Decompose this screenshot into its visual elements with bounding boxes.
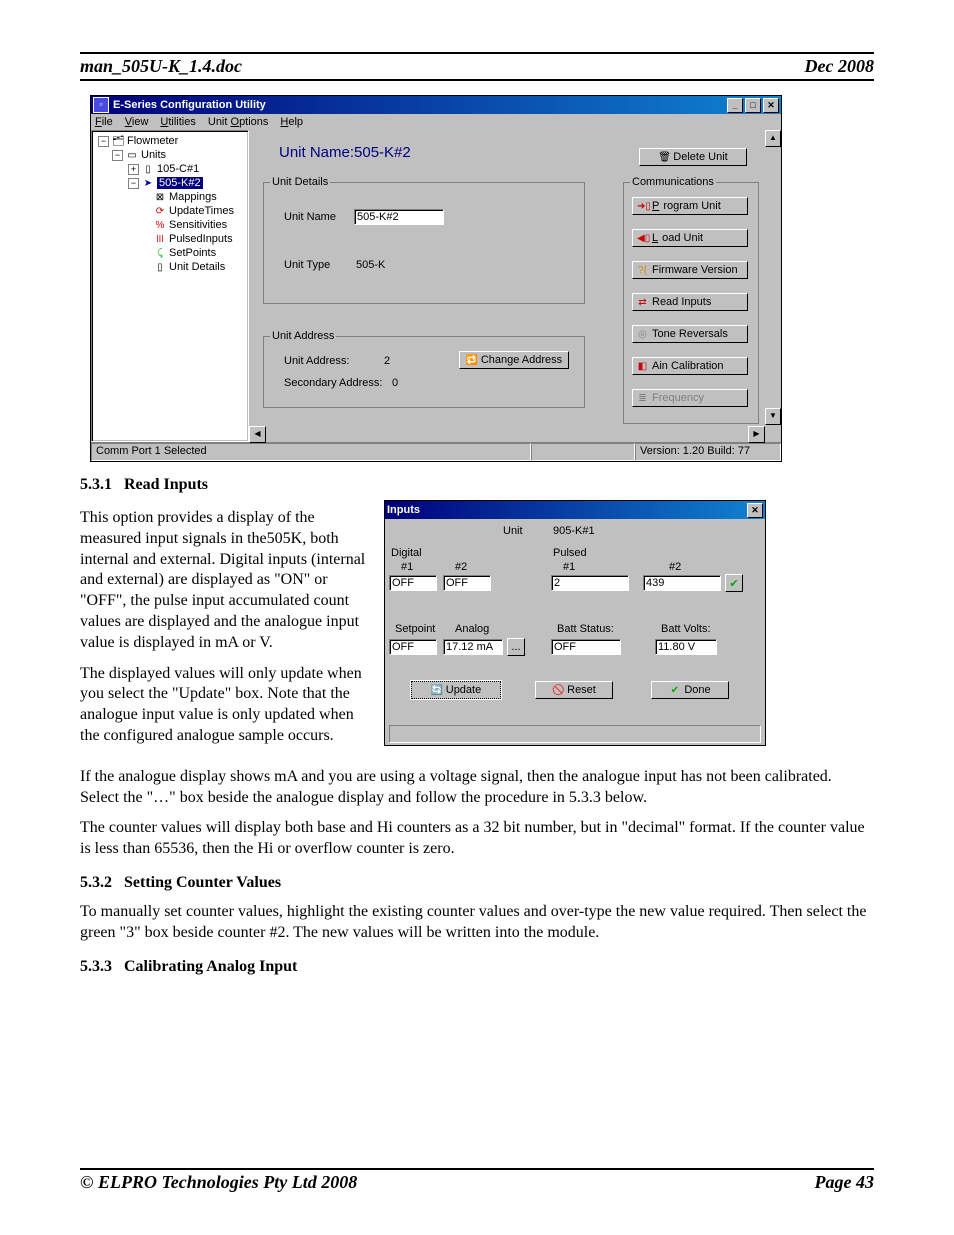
tree-unit-105c[interactable]: 105-C#1	[157, 163, 199, 175]
menu-view[interactable]: View	[125, 116, 149, 128]
unit-name-heading: Unit Name:505-K#2	[279, 144, 411, 161]
digital2-label: #2	[455, 561, 467, 573]
counter-commit-button[interactable]: ✔	[725, 574, 743, 592]
pulsed2-label: #2	[669, 561, 681, 573]
unit-name-input[interactable]	[354, 209, 444, 225]
inputs-unit-label: Unit	[503, 525, 523, 537]
scroll-right-icon[interactable]: ▶	[748, 426, 765, 443]
firmware-version-button[interactable]: ?{Firmware Version	[632, 261, 748, 279]
sect-533-num: 5.3.3	[80, 958, 112, 975]
tree-unit-505k[interactable]: 505-K#2	[157, 177, 203, 189]
menu-unit-options[interactable]: Unit Options	[208, 116, 269, 128]
setpoint-value[interactable]	[389, 639, 437, 655]
read-inputs-button[interactable]: ⇄Read Inputs	[632, 293, 748, 311]
status-version: Version: 1.20 Build: 77	[635, 443, 781, 461]
vertical-scrollbar[interactable]: ▲ ▼	[765, 130, 781, 442]
sect-532-num: 5.3.2	[80, 874, 112, 891]
sect-531-title: Read Inputs	[124, 476, 208, 493]
tree-mappings[interactable]: Mappings	[169, 191, 217, 203]
batt-status-label: Batt Status:	[557, 623, 614, 635]
status-comm-port: Comm Port 1 Selected	[91, 443, 531, 461]
window-title: E-Series Configuration Utility	[113, 99, 725, 111]
config-utility-window: ▫ E-Series Configuration Utility _ □ ✕ F…	[90, 95, 782, 462]
unit-address-legend: Unit Address	[270, 330, 336, 342]
tree-root[interactable]: Flowmeter	[127, 135, 178, 147]
pulsed2-value[interactable]	[643, 575, 721, 591]
inputs-title: Inputs	[387, 504, 745, 516]
delete-unit-button[interactable]: 🗑Delete Unit	[639, 148, 747, 166]
minimize-button[interactable]: _	[727, 98, 743, 113]
tree-sensitivities[interactable]: Sensitivities	[169, 219, 227, 231]
secondary-address-value: 0	[392, 377, 398, 389]
program-unit-button[interactable]: ➜▯Program Unit	[632, 197, 748, 215]
communications-legend: Communications	[630, 176, 716, 188]
pulsed1-value[interactable]	[551, 575, 629, 591]
menu-bar: File View Utilities Unit Options Help	[91, 114, 781, 130]
scroll-left-icon[interactable]: ◀	[249, 426, 266, 443]
close-button[interactable]: ✕	[763, 98, 779, 113]
ain-calibration-button[interactable]: ◧Ain Calibration	[632, 357, 748, 375]
maximize-button[interactable]: □	[745, 98, 761, 113]
tree-setpoints[interactable]: SetPoints	[169, 247, 216, 259]
inputs-close-button[interactable]: ✕	[747, 503, 763, 518]
unit-address-label: Unit Address:	[284, 355, 349, 367]
batt-volts-label: Batt Volts:	[661, 623, 711, 635]
batt-status-value[interactable]	[551, 639, 621, 655]
para-531-2: The displayed values will only update wh…	[80, 664, 370, 747]
para-531-3: If the analogue display shows mA and you…	[80, 767, 874, 809]
digital-label: Digital	[391, 547, 422, 559]
unit-type-label: Unit Type	[284, 259, 330, 271]
digital2-value[interactable]	[443, 575, 491, 591]
doc-date: Dec 2008	[805, 56, 874, 77]
done-button[interactable]: ✔Done	[651, 681, 729, 699]
analog-calibrate-button[interactable]: ...	[507, 638, 525, 656]
tree-pulsed-inputs[interactable]: PulsedInputs	[169, 233, 233, 245]
pulsed-label: Pulsed	[553, 547, 587, 559]
setpoint-label: Setpoint	[395, 623, 435, 635]
unit-address-value: 2	[384, 355, 390, 367]
para-531-1: This option provides a display of the me…	[80, 508, 370, 654]
doc-filename: man_505U-K_1.4.doc	[80, 56, 242, 77]
analog-value[interactable]	[443, 639, 503, 655]
load-unit-button[interactable]: ◀▯Load Unit	[632, 229, 748, 247]
secondary-address-label: Secondary Address:	[284, 377, 382, 389]
tone-reversals-button[interactable]: ◎Tone Reversals	[632, 325, 748, 343]
inputs-unit-value: 905-K#1	[553, 525, 595, 537]
change-address-button[interactable]: 🔁Change Address	[459, 351, 569, 369]
frequency-button: ≣Frequency	[632, 389, 748, 407]
scroll-up-icon[interactable]: ▲	[765, 130, 781, 147]
app-icon: ▫	[93, 97, 109, 113]
batt-volts-value[interactable]	[655, 639, 717, 655]
menu-help[interactable]: Help	[280, 116, 303, 128]
update-button[interactable]: 🔄Update	[411, 681, 501, 699]
horizontal-scrollbar[interactable]: ◀ ▶	[249, 426, 765, 442]
tree-view[interactable]: −🗂Flowmeter −▭Units +▯105-C#1 −➤505-K#2 …	[91, 130, 249, 442]
digital1-label: #1	[401, 561, 413, 573]
tree-update-times[interactable]: UpdateTimes	[169, 205, 234, 217]
tree-units[interactable]: Units	[141, 149, 166, 161]
scroll-down-icon[interactable]: ▼	[765, 408, 781, 425]
menu-utilities[interactable]: Utilities	[160, 116, 195, 128]
tree-unit-details[interactable]: Unit Details	[169, 261, 225, 273]
footer-left: © ELPRO Technologies Pty Ltd 2008	[80, 1172, 357, 1193]
footer-right: Page 43	[815, 1172, 874, 1193]
reset-button[interactable]: 🚫Reset	[535, 681, 613, 699]
unit-type-value: 505-K	[356, 259, 385, 271]
inputs-window: Inputs ✕ Unit 905-K#1 Digital #1 #2 Puls…	[384, 500, 766, 746]
unit-name-label: Unit Name	[284, 211, 336, 223]
digital1-value[interactable]	[389, 575, 437, 591]
sect-531-num: 5.3.1	[80, 476, 112, 493]
para-531-4: The counter values will display both bas…	[80, 818, 874, 860]
menu-file[interactable]: File	[95, 116, 113, 128]
sect-532-title: Setting Counter Values	[124, 874, 281, 891]
sect-533-title: Calibrating Analog Input	[124, 958, 297, 975]
pulsed1-label: #1	[563, 561, 575, 573]
para-532-1: To manually set counter values, highligh…	[80, 902, 874, 944]
analog-label: Analog	[455, 623, 489, 635]
unit-details-legend: Unit Details	[270, 176, 330, 188]
